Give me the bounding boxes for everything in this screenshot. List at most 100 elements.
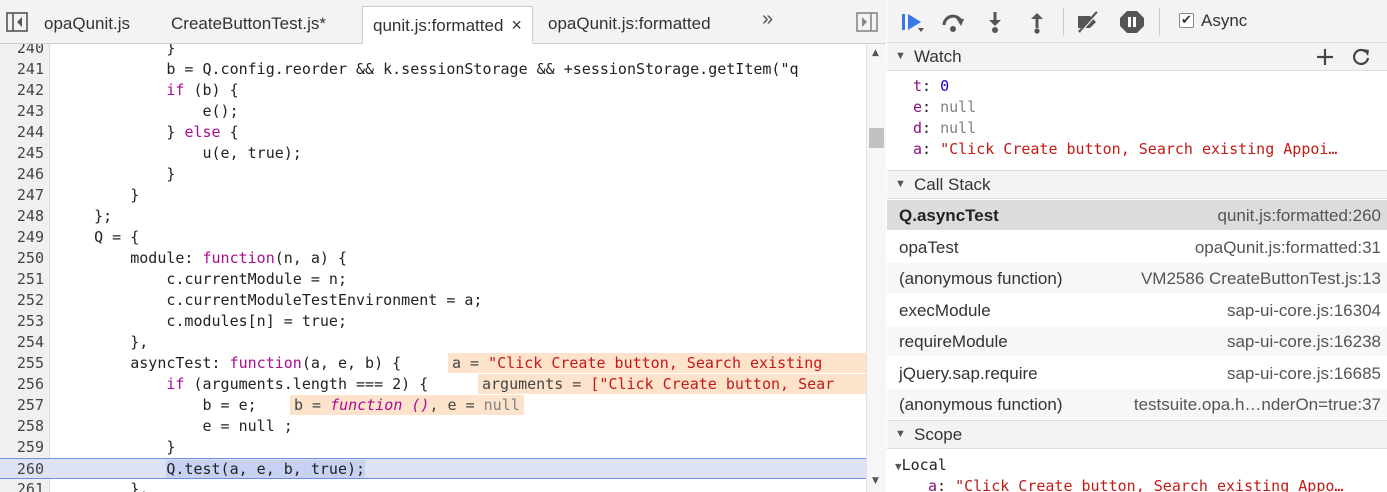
line-number[interactable]: 250 bbox=[0, 248, 44, 269]
frame-location-link[interactable]: sap-ui-core.js:16304 bbox=[1227, 295, 1381, 326]
line-number[interactable]: 260 bbox=[0, 459, 44, 480]
code-line[interactable]: 251 c.currentModule = n; bbox=[0, 269, 866, 290]
code-line[interactable]: 241 b = Q.config.reorder && k.sessionSto… bbox=[0, 59, 866, 80]
code-line[interactable]: 255 asyncTest: function(a, e, b) {a = "C… bbox=[0, 353, 866, 374]
line-number[interactable]: 241 bbox=[0, 59, 44, 80]
watch-colon: : bbox=[922, 140, 941, 158]
code-text: } bbox=[58, 44, 176, 57]
toggle-debugger-sidebar-icon[interactable] bbox=[856, 12, 878, 32]
frame-location-link[interactable]: VM2586 CreateButtonTest.js:13 bbox=[1141, 263, 1381, 294]
call-stack-section-header[interactable]: ▼ Call Stack bbox=[887, 170, 1387, 199]
line-number[interactable]: 257 bbox=[0, 395, 44, 416]
scope-variable-row[interactable]: a: "Click Create button, Search existing… bbox=[928, 476, 1378, 492]
frame-location-link[interactable]: testsuite.opa.h…nderOn=true:37 bbox=[1134, 389, 1381, 420]
code-line[interactable]: 260 Q.test(a, e, b, true); bbox=[0, 458, 866, 479]
frame-location-link[interactable]: qunit.js:formatted:260 bbox=[1218, 200, 1381, 231]
toggle-navigator-icon[interactable] bbox=[6, 12, 28, 32]
line-number[interactable]: 259 bbox=[0, 437, 44, 458]
code-line[interactable]: 252 c.currentModuleTestEnvironment = a; bbox=[0, 290, 866, 311]
code-line[interactable]: 248 }; bbox=[0, 206, 866, 227]
call-stack-frame[interactable]: opaTest opaQunit.js:formatted:31 bbox=[887, 232, 1387, 263]
line-number[interactable]: 258 bbox=[0, 416, 44, 437]
call-stack-frame[interactable]: execModule sap-ui-core.js:16304 bbox=[887, 295, 1387, 326]
scope-section-header[interactable]: ▼ Scope bbox=[887, 420, 1387, 449]
step-over-icon[interactable] bbox=[940, 10, 966, 34]
watch-expression-row[interactable]: t: 0 bbox=[913, 76, 1381, 97]
watch-expression-row[interactable]: a: "Click Create button, Search existing… bbox=[913, 139, 1381, 160]
call-stack-title: Call Stack bbox=[914, 175, 991, 194]
tab-qunit-formatted[interactable]: qunit.js:formatted × bbox=[362, 6, 533, 44]
deactivate-breakpoints-icon[interactable] bbox=[1075, 10, 1101, 34]
code-line[interactable]: 253 c.modules[n] = true; bbox=[0, 311, 866, 332]
toolbar-separator bbox=[1063, 8, 1064, 36]
step-into-icon[interactable] bbox=[982, 10, 1008, 34]
watch-section-header[interactable]: ▼ Watch bbox=[887, 42, 1387, 71]
watch-name: d bbox=[913, 119, 923, 137]
tab-opaqunit[interactable]: opaQunit.js bbox=[34, 6, 140, 44]
editor-tab-bar: opaQunit.js CreateButtonTest.js* qunit.j… bbox=[0, 0, 886, 44]
frame-location-link[interactable]: sap-ui-core.js:16685 bbox=[1227, 358, 1381, 389]
line-number[interactable]: 253 bbox=[0, 311, 44, 332]
code-line[interactable]: 243 e(); bbox=[0, 101, 866, 122]
code-text: b = Q.config.reorder && k.sessionStorage… bbox=[58, 60, 799, 78]
code-line[interactable]: 247 } bbox=[0, 185, 866, 206]
line-number[interactable]: 254 bbox=[0, 332, 44, 353]
code-line[interactable]: 249 Q = { bbox=[0, 227, 866, 248]
code-line[interactable]: 256 if (arguments.length === 2) {argumen… bbox=[0, 374, 866, 395]
tab-opaqunit-formatted[interactable]: opaQunit.js:formatted bbox=[538, 6, 721, 44]
frame-function-name: execModule bbox=[899, 300, 991, 320]
step-out-icon[interactable] bbox=[1024, 10, 1050, 34]
code-line[interactable]: 246 } bbox=[0, 164, 866, 185]
call-stack-frame[interactable]: requireModule sap-ui-core.js:16238 bbox=[887, 326, 1387, 357]
code-text: } bbox=[58, 165, 176, 183]
line-number[interactable]: 247 bbox=[0, 185, 44, 206]
editor-scrollbar[interactable]: ▲ ▼ bbox=[866, 44, 886, 492]
call-stack-frame[interactable]: Q.asyncTest qunit.js:formatted:260 bbox=[887, 200, 1387, 231]
call-stack-frame[interactable]: (anonymous function) testsuite.opa.h…nder… bbox=[887, 389, 1387, 420]
call-stack-frame[interactable]: jQuery.sap.require sap-ui-core.js:16685 bbox=[887, 358, 1387, 389]
refresh-watch-icon[interactable] bbox=[1351, 47, 1371, 67]
line-number[interactable]: 243 bbox=[0, 101, 44, 122]
code-area[interactable]: 240 } 241 b = Q.config.reorder && k.sessi… bbox=[0, 44, 866, 492]
call-stack-frame[interactable]: (anonymous function) VM2586 CreateButtonT… bbox=[887, 263, 1387, 294]
scroll-up-icon[interactable]: ▲ bbox=[872, 48, 879, 58]
code-line[interactable]: 258 e = null ; bbox=[0, 416, 866, 437]
line-number[interactable]: 249 bbox=[0, 227, 44, 248]
more-tabs-button[interactable]: » bbox=[762, 8, 773, 31]
resume-icon[interactable] bbox=[899, 10, 925, 34]
line-number[interactable]: 242 bbox=[0, 80, 44, 101]
scope-var-name: a bbox=[928, 477, 938, 492]
scrollbar-thumb[interactable] bbox=[869, 128, 884, 148]
line-number[interactable]: 256 bbox=[0, 374, 44, 395]
line-number[interactable]: 255 bbox=[0, 353, 44, 374]
line-number[interactable]: 245 bbox=[0, 143, 44, 164]
code-line[interactable]: 250 module: function(n, a) { bbox=[0, 248, 866, 269]
code-line[interactable]: 245 u(e, true); bbox=[0, 143, 866, 164]
async-checkbox[interactable]: ✔ bbox=[1179, 13, 1194, 28]
tab-createbuttontest[interactable]: CreateButtonTest.js* bbox=[161, 6, 336, 44]
line-number[interactable]: 246 bbox=[0, 164, 44, 185]
line-number[interactable]: 240 bbox=[0, 44, 44, 59]
frame-location-link[interactable]: sap-ui-core.js:16238 bbox=[1227, 326, 1381, 357]
watch-expression-row[interactable]: e: null bbox=[913, 97, 1381, 118]
add-watch-icon[interactable] bbox=[1315, 47, 1335, 67]
code-line[interactable]: 242 if (b) { bbox=[0, 80, 866, 101]
code-line[interactable]: 240 } bbox=[0, 44, 866, 59]
frame-location-link[interactable]: opaQunit.js:formatted:31 bbox=[1195, 232, 1381, 263]
code-line[interactable]: 257 b = e; b = function (), e = null bbox=[0, 395, 866, 416]
scroll-down-icon[interactable]: ▼ bbox=[872, 476, 879, 486]
pause-on-exceptions-icon[interactable] bbox=[1119, 10, 1145, 34]
line-number[interactable]: 252 bbox=[0, 290, 44, 311]
line-number[interactable]: 251 bbox=[0, 269, 44, 290]
code-line[interactable]: 259 } bbox=[0, 437, 866, 458]
scope-local-group[interactable]: ▼Local bbox=[895, 455, 947, 477]
close-tab-icon[interactable]: × bbox=[511, 15, 522, 35]
watch-value: null bbox=[940, 119, 977, 137]
code-line[interactable]: 261 }, bbox=[0, 479, 866, 492]
code-line[interactable]: 254 }, bbox=[0, 332, 866, 353]
code-line[interactable]: 244 } else { bbox=[0, 122, 866, 143]
watch-expression-row[interactable]: d: null bbox=[913, 118, 1381, 139]
line-number[interactable]: 261 bbox=[0, 479, 44, 492]
line-number[interactable]: 248 bbox=[0, 206, 44, 227]
line-number[interactable]: 244 bbox=[0, 122, 44, 143]
